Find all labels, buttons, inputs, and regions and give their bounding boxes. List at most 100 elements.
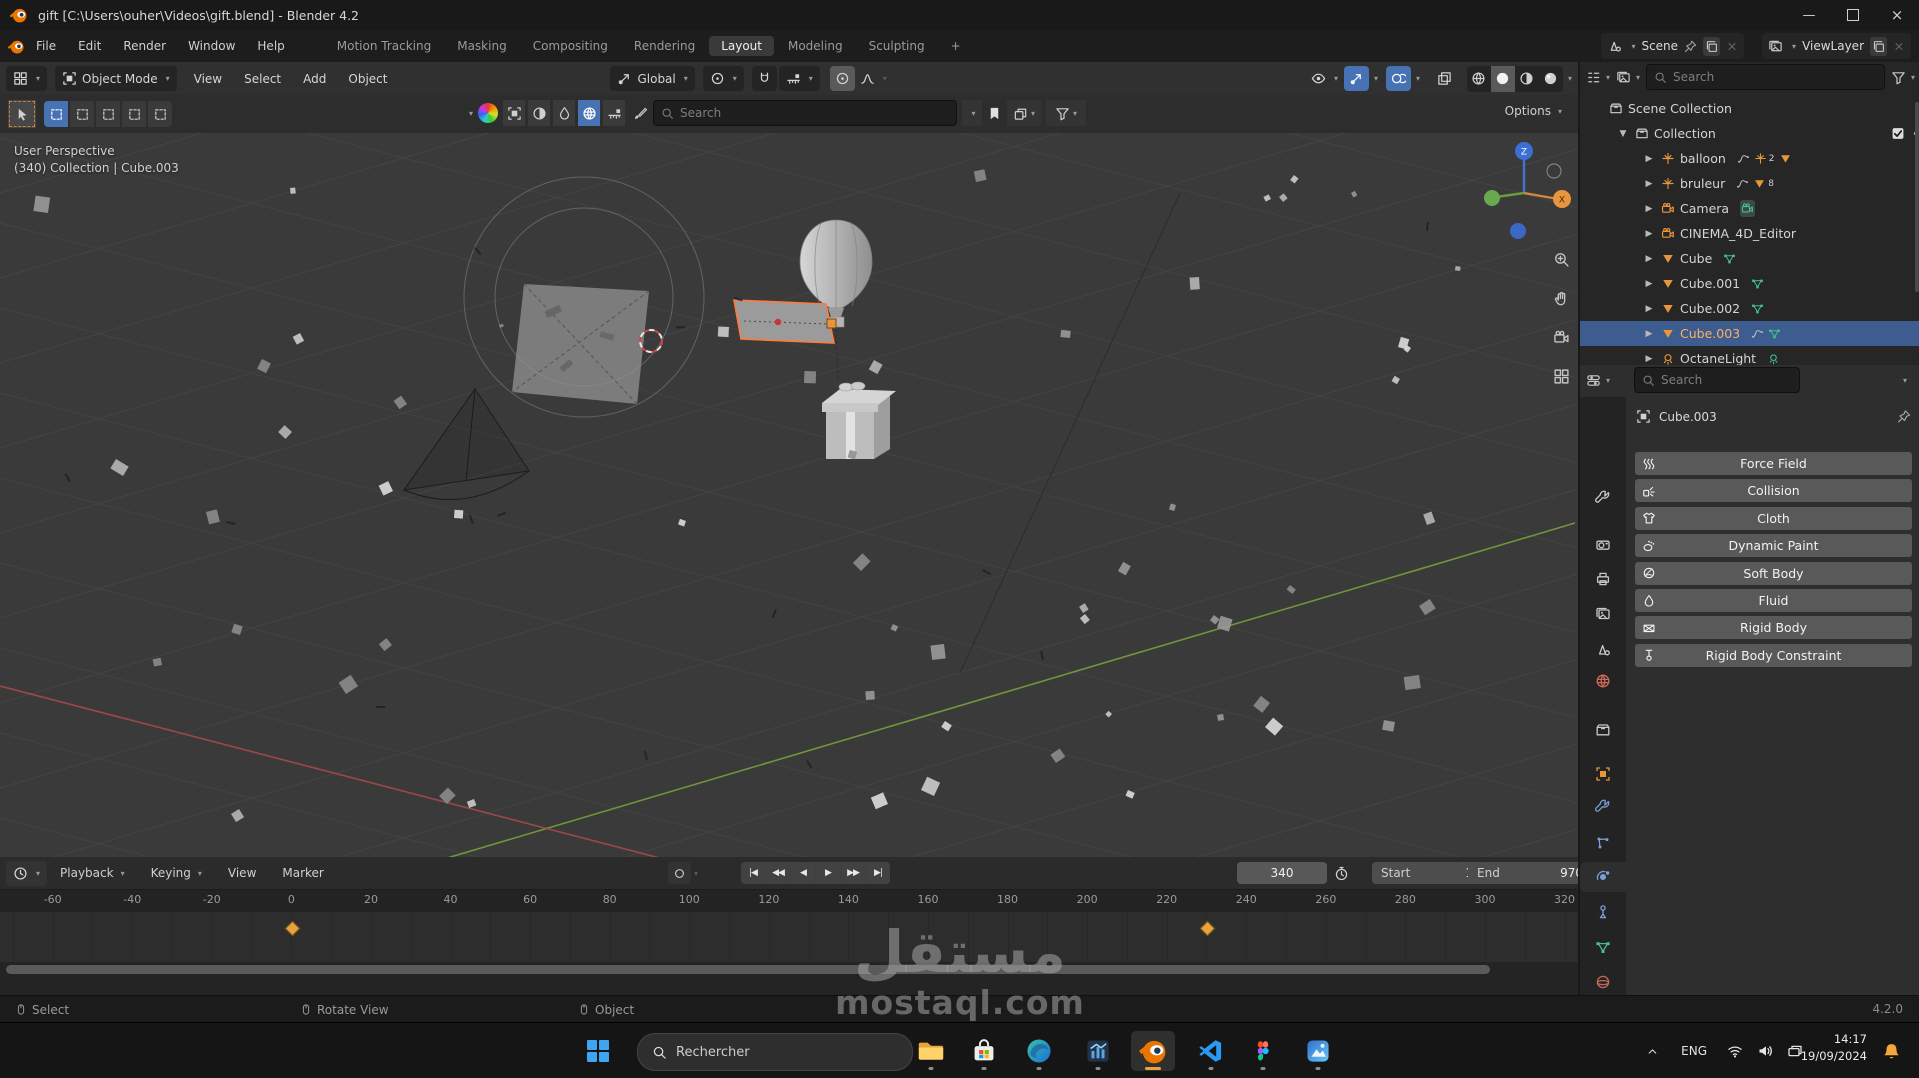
outliner-display-mode-button[interactable]: ▾ [1616,70,1640,85]
timeline-menu-playback[interactable]: Playback ▾ [47,857,138,889]
search-option-button[interactable]: ▾ [962,100,983,126]
cloth-button[interactable]: Cloth [1635,506,1912,530]
dynamic-paint-button[interactable]: Dynamic Paint [1635,534,1912,558]
render-tab[interactable] [1580,530,1626,560]
timeline-editor-type-button[interactable]: ▾ [6,860,48,886]
expand-arrow[interactable]: ▶ [1642,304,1656,314]
tool-tab[interactable] [1580,483,1626,513]
object-tab[interactable] [1580,759,1626,789]
outliner-row-cinema_4d_editor[interactable]: ▶ CINEMA_4D_Editor [1580,221,1919,246]
material-tab[interactable] [1580,967,1626,997]
taskbar-app-vscode[interactable] [1189,1031,1233,1071]
clock[interactable]: 14:17 19/09/2024 [1801,1031,1867,1064]
outliner-row-balloon[interactable]: ▶ balloon 2 [1580,146,1919,171]
expand-arrow[interactable]: ▼ [1616,129,1630,139]
taskbar-app-figma[interactable] [1241,1031,1285,1071]
close-icon[interactable] [1893,39,1905,54]
stopwatch-icon[interactable] [1334,866,1349,881]
transform-orientation-dropdown[interactable]: Global ▾ [610,66,695,91]
overlays-toggle[interactable] [1385,66,1411,91]
frame-end-field[interactable]: End 970 [1468,862,1592,884]
pin-icon[interactable] [1684,39,1697,54]
new-scene-icon[interactable] [1703,36,1721,56]
timeline-scrollbar[interactable] [0,962,1578,995]
keyframe-diamond[interactable] [1199,920,1216,937]
scrollbar-thumb[interactable] [6,965,1490,974]
outliner-row-bruleur[interactable]: ▶ bruleur 8 [1580,171,1919,196]
expand-arrow[interactable]: ▶ [1642,179,1656,189]
collection-tab[interactable] [1580,715,1626,745]
world-tab[interactable] [1580,666,1626,696]
viewport-menu-select[interactable]: Select [233,72,292,86]
expand-arrow[interactable]: ▶ [1642,329,1656,339]
taskbar-search-input[interactable]: Rechercher [637,1033,913,1071]
scene-selector[interactable]: ▾ Scene [1601,33,1745,59]
workspace-tab-compositing[interactable]: Compositing [521,36,620,56]
brush-icon[interactable] [633,106,648,121]
options-dropdown[interactable]: Options ▾ [1505,104,1562,118]
properties-editor-type-button[interactable]: ▾ [1586,373,1610,388]
expand-arrow[interactable]: ▶ [1642,229,1656,239]
viewport-menu-view[interactable]: View [183,72,233,86]
pin-icon[interactable] [1897,409,1911,424]
volume-icon[interactable] [1757,1023,1773,1078]
gizmos-toggle[interactable] [1343,66,1369,91]
timeline-ruler[interactable]: -60 -40 -20 0 20 40 60 80 100 120 140 160 180 200 220 2… [0,889,1578,913]
prev-keyframe-button[interactable]: ◀◀ [766,862,790,884]
frame-start-field[interactable]: Start1 [1372,862,1482,884]
data-tab[interactable] [1580,932,1626,962]
rigid-body-constraint-button[interactable]: Rigid Body Constraint [1635,643,1912,667]
snap-toggle[interactable] [751,66,777,91]
taskbar-app-microsoft-store[interactable] [962,1031,1006,1071]
checkbox-icon[interactable] [1891,126,1905,141]
expand-arrow[interactable]: ▶ [1642,154,1656,164]
workspace-tab-+[interactable]: + [939,36,973,56]
visibility-dropdown[interactable]: ▾ [1307,66,1342,91]
xray-toggle[interactable] [1432,66,1457,91]
workspace-tab-modeling[interactable]: Modeling [776,36,855,56]
tray-chevron[interactable] [1646,1023,1659,1078]
wifi-icon[interactable] [1727,1023,1743,1078]
navigation-gizmo[interactable]: ZX [1476,137,1572,247]
select-mode-extend[interactable] [70,101,94,127]
jump-start-button[interactable]: |◀ [741,862,765,884]
menu-edit[interactable]: Edit [67,30,112,62]
editor-type-button[interactable]: ▾ [6,66,48,91]
collision-button[interactable]: Collision [1635,479,1912,503]
timeline-menu-marker[interactable]: Marker [269,857,336,889]
current-frame-field[interactable]: 340 [1237,862,1327,884]
menu-file[interactable]: File [25,30,67,62]
proportional-edit-toggle[interactable] [829,66,855,91]
timeline-menu-view[interactable]: View [215,857,269,889]
outliner-row-cube.001[interactable]: ▶ Cube.001 [1580,271,1919,296]
bookmark-icon[interactable] [987,106,1002,121]
maximize-button[interactable] [1831,0,1875,30]
expand-arrow[interactable]: ▶ [1642,279,1656,289]
workspace-tab-rendering[interactable]: Rendering [622,36,707,56]
snap-settings-dropdown[interactable]: ▾ [778,66,820,91]
outliner-row-cube.002[interactable]: ▶ Cube.002 [1580,296,1919,321]
minimize-button[interactable]: — [1787,0,1831,30]
expand-arrow[interactable]: ▶ [1642,204,1656,214]
workspace-tab-sculpting[interactable]: Sculpting [857,36,937,56]
tool-option-5[interactable] [603,100,626,126]
expand-arrow[interactable]: ▶ [1642,354,1656,364]
timeline-channels[interactable] [0,912,1578,962]
force-field-button[interactable]: Force Field [1635,452,1912,475]
rigid-body-button[interactable]: Rigid Body [1635,616,1912,640]
keyframe-diamond[interactable] [284,920,301,937]
falloff-dropdown[interactable]: ▾ [855,66,892,91]
viewlayer-tab[interactable] [1580,599,1626,629]
outliner-row-cube.003[interactable]: ▶ Cube.003 [1580,321,1919,346]
shading-wireframe-button[interactable] [1467,66,1491,92]
outliner-row-camera[interactable]: ▶ Camera [1580,196,1919,221]
tool-option-2[interactable] [528,100,551,126]
modifier-tab[interactable] [1580,792,1626,822]
particles-tab[interactable] [1580,828,1626,858]
camera-view-icon[interactable] [1553,329,1570,346]
select-mode-intersect[interactable] [148,101,172,127]
tool-option-globe[interactable] [578,100,601,126]
viewport-3d[interactable]: User Perspective (340) Collection | Cube… [0,133,1578,857]
taskbar-app-photos[interactable] [1296,1031,1340,1071]
workspace-tab-layout[interactable]: Layout [709,36,774,56]
